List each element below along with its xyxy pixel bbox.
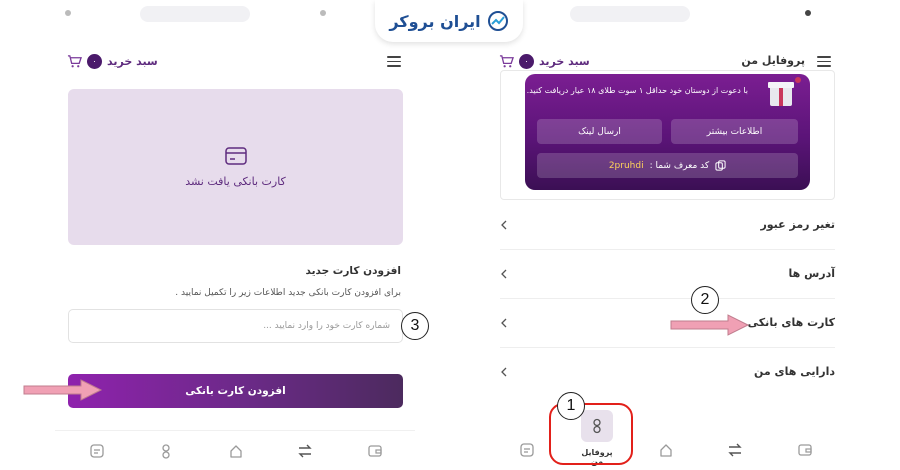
cart-button[interactable]: سبد خرید ۰: [67, 54, 158, 69]
referral-label: کد معرف شما :: [649, 160, 710, 171]
card-number-input[interactable]: [68, 309, 403, 343]
chevron-left-icon: [501, 269, 507, 279]
logo-text: ایران بروکر: [389, 11, 481, 31]
chevron-left-icon: [501, 367, 507, 377]
invite-card: با دعوت از دوستان خود حداقل ۱ سوت طلای ۱…: [525, 74, 810, 190]
bank-cards-screen: سبد خرید ۰ کارت بانکی یافت نشد افزودن کا…: [55, 0, 415, 470]
status-dot: [805, 10, 811, 16]
status-dot: [320, 10, 326, 16]
top-bar: سبد خرید ۰: [55, 46, 415, 78]
menu-item-label: آدرس ها: [788, 267, 835, 280]
orders-icon[interactable]: [519, 442, 535, 458]
menu-item-label: کارت های بانکی: [747, 316, 835, 329]
url-bar: [140, 6, 250, 22]
cart-label: سبد خرید: [539, 55, 590, 68]
chart-trend-logo-icon: [487, 11, 508, 31]
send-link-button[interactable]: ارسال لینک: [537, 119, 662, 144]
add-card-title: افزودن کارت جدید: [305, 265, 401, 277]
swap-icon[interactable]: [297, 443, 313, 459]
cart-icon: [499, 55, 514, 68]
step-2-marker: 2: [691, 286, 719, 314]
cart-button[interactable]: سبد خرید ۰: [499, 54, 590, 69]
orders-icon[interactable]: [89, 443, 105, 459]
page-title: پروفایل من: [741, 54, 805, 67]
empty-cards-panel: کارت بانکی یافت نشد: [68, 89, 403, 245]
chevron-left-icon: [501, 318, 507, 328]
profile-screen: سبد خرید ۰ پروفایل من با دعوت از دوستان …: [485, 0, 845, 470]
status-bar: [55, 0, 415, 26]
home-icon[interactable]: [228, 443, 244, 459]
menu-item-label: تغیر رمز عبور: [760, 218, 835, 231]
step-3-arrow: [23, 379, 103, 401]
menu-item-change-password[interactable]: تغیر رمز عبور: [500, 202, 835, 250]
wallet-icon[interactable]: [367, 443, 383, 459]
referral-code: 2pruhdi: [608, 160, 644, 171]
add-card-button[interactable]: افزودن کارت بانکی: [68, 374, 403, 408]
brand-logo: ایران بروکر: [375, 0, 523, 42]
chevron-left-icon: [501, 220, 507, 230]
profile-icon[interactable]: [158, 443, 174, 459]
cart-label: سبد خرید: [107, 55, 158, 68]
add-card-subtitle: برای افزودن کارت بانکی جدید اطلاعات زیر …: [175, 288, 401, 298]
bottom-nav: [485, 430, 845, 470]
step-3-marker: 3: [401, 312, 429, 340]
invite-text: با دعوت از دوستان خود حداقل ۱ سوت طلای ۱…: [526, 86, 748, 95]
cart-count-badge: ۰: [87, 54, 102, 69]
swap-icon[interactable]: [727, 442, 743, 458]
menu-item-bank-cards[interactable]: کارت های بانکی: [500, 300, 835, 348]
step-2-arrow: [670, 314, 750, 336]
status-bar: [485, 0, 845, 26]
status-dot: [65, 10, 71, 16]
cart-icon: [67, 55, 82, 68]
wallet-icon[interactable]: [797, 442, 813, 458]
bottom-nav: [55, 430, 415, 470]
menu-item-label: دارایی های من: [754, 365, 835, 378]
gift-icon: [768, 77, 801, 106]
cart-count-badge: ۰: [519, 54, 534, 69]
menu-item-addresses[interactable]: آدرس ها: [500, 251, 835, 299]
step-1-marker: 1: [557, 392, 585, 420]
menu-icon[interactable]: [817, 56, 831, 67]
referral-code-box[interactable]: کد معرف شما : 2pruhdi: [537, 153, 798, 178]
empty-state-text: کارت بانکی یافت نشد: [185, 174, 286, 188]
menu-icon[interactable]: [387, 56, 401, 67]
credit-card-icon: [224, 146, 247, 165]
url-bar: [570, 6, 690, 22]
copy-icon[interactable]: [715, 160, 726, 171]
more-info-button[interactable]: اطلاعات بیشتر: [671, 119, 798, 144]
home-icon[interactable]: [658, 442, 674, 458]
menu-item-my-assets[interactable]: دارایی های من: [500, 349, 835, 397]
